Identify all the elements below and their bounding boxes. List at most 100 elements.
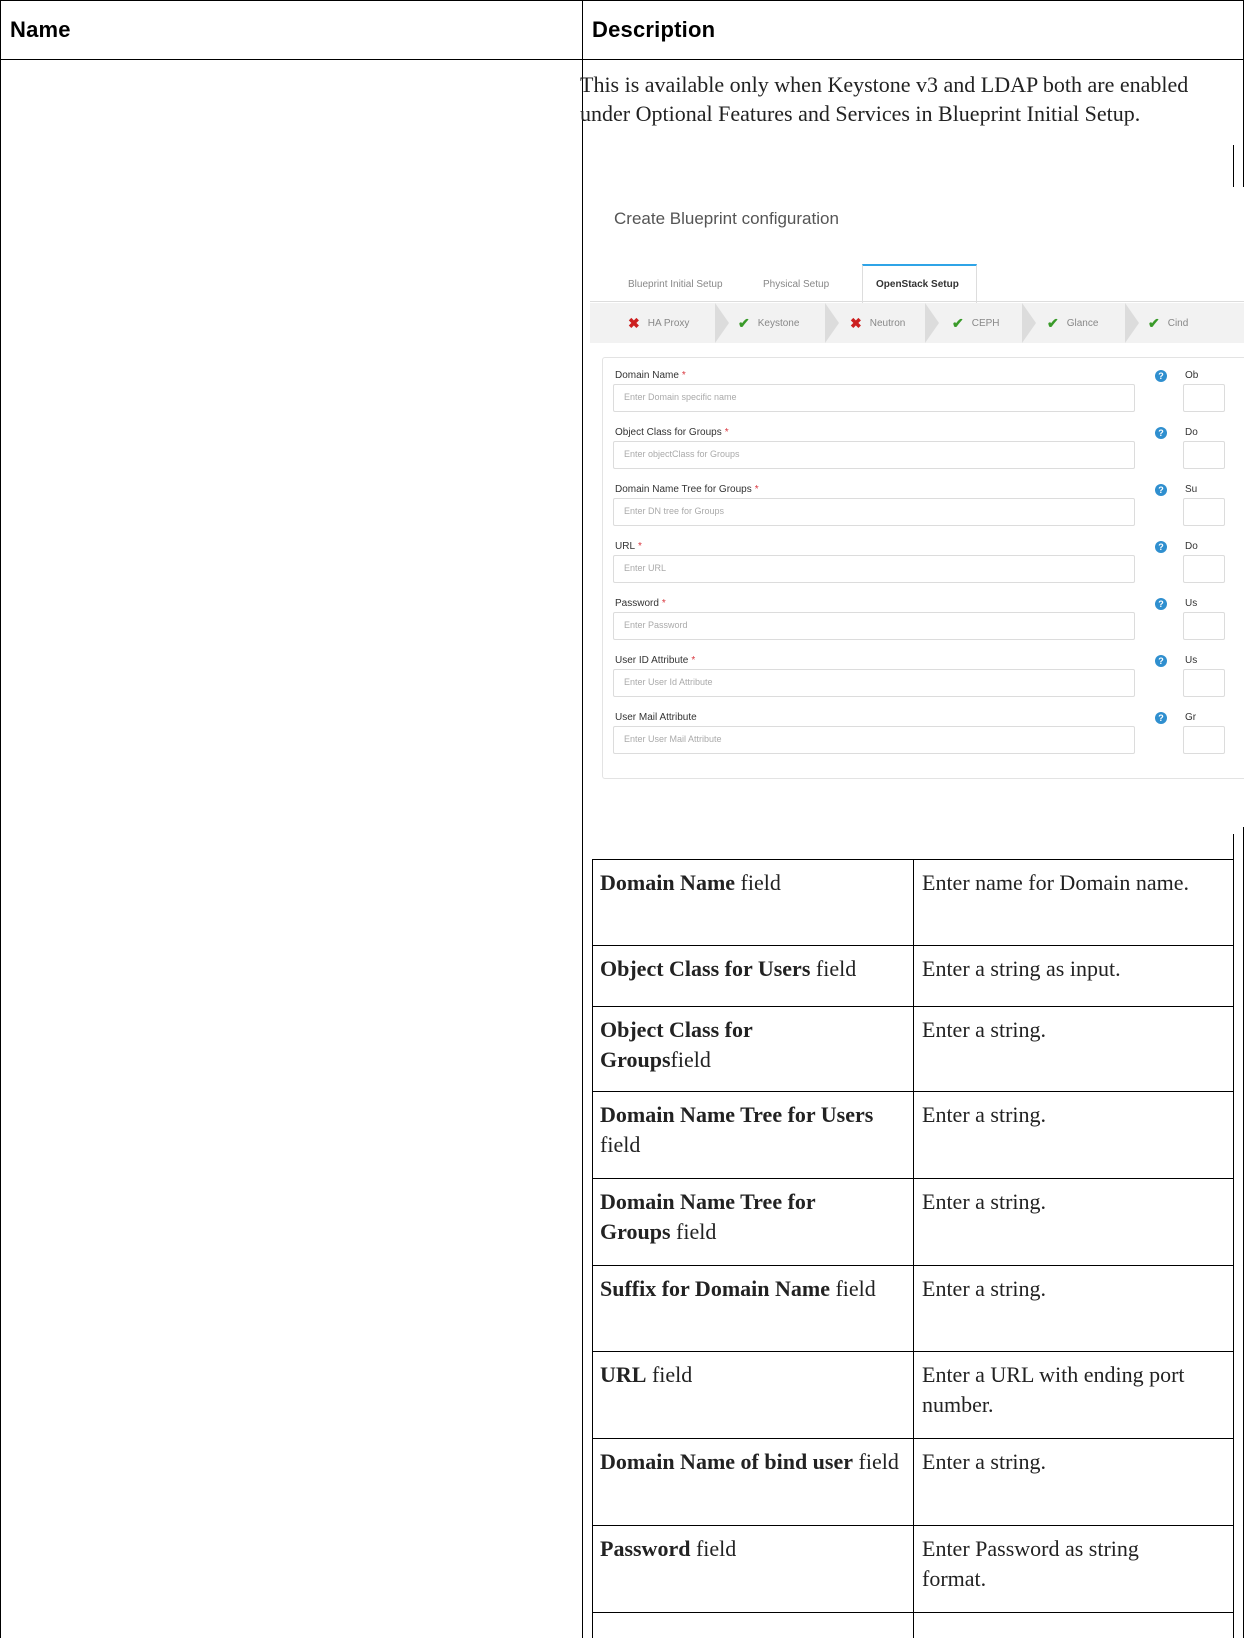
domain-name-input[interactable]: Enter Domain specific name bbox=[613, 384, 1135, 412]
tab-openstack-setup[interactable]: OpenStack Setup bbox=[876, 279, 959, 290]
user-mail-attribute-input[interactable]: Enter User Mail Attribute bbox=[613, 726, 1135, 754]
info-icon[interactable]: ? bbox=[1155, 655, 1167, 667]
step-separator bbox=[1125, 303, 1139, 343]
table-row-desc: Enter a string. bbox=[922, 1276, 1047, 1301]
right-field-input[interactable] bbox=[1183, 669, 1225, 697]
step-label: HA Proxy bbox=[647, 317, 690, 329]
name-column-header: Name bbox=[10, 17, 71, 42]
right-field-input[interactable] bbox=[1183, 384, 1225, 412]
description-text: This is available only when Keystone v3 … bbox=[580, 72, 1189, 126]
row-line bbox=[592, 1351, 1234, 1352]
table-row-name: Suffix for Domain Name field bbox=[600, 1276, 876, 1301]
inner-left-border bbox=[592, 859, 593, 1638]
table-row-name: Object Class for Groupsfield bbox=[600, 1017, 753, 1072]
table-row-desc: Enter a string. bbox=[922, 1017, 1047, 1042]
info-icon[interactable]: ? bbox=[1155, 598, 1167, 610]
info-icon[interactable]: ? bbox=[1155, 484, 1167, 496]
step-label: CEPH bbox=[971, 317, 1000, 329]
right-field-input[interactable] bbox=[1183, 555, 1225, 583]
right-field-label: Do bbox=[1185, 427, 1198, 438]
row-line bbox=[592, 1438, 1234, 1439]
table-row-desc: Enter a string as input. bbox=[922, 956, 1121, 981]
table-left-border bbox=[0, 0, 1, 1638]
blueprint-screenshot: Create Blueprint configuration Blueprint… bbox=[590, 187, 1244, 827]
table-row-name: Domain Name Tree for Users field bbox=[600, 1102, 874, 1157]
check-icon: ✔ bbox=[738, 314, 750, 331]
dn-tree-groups-input[interactable]: Enter DN tree for Groups bbox=[613, 498, 1135, 526]
table-row-desc: Enter a string. bbox=[922, 1102, 1047, 1127]
ldap-form: Domain Name * Enter Domain specific name … bbox=[602, 357, 1244, 779]
column-divider bbox=[582, 0, 583, 1638]
table-top-border bbox=[0, 0, 1244, 1]
table-row-name: Domain Name field bbox=[600, 870, 781, 895]
field-label-object-class-groups: Object Class for Groups * bbox=[615, 427, 729, 438]
info-icon[interactable]: ? bbox=[1155, 370, 1167, 382]
table-row-desc: Enter Password as string format. bbox=[922, 1536, 1139, 1591]
tab-blueprint-initial-setup[interactable]: Blueprint Initial Setup bbox=[628, 279, 723, 290]
tab-physical-setup[interactable]: Physical Setup bbox=[763, 279, 829, 290]
step-label: Neutron bbox=[869, 317, 906, 329]
object-class-groups-input[interactable]: Enter objectClass for Groups bbox=[613, 441, 1135, 469]
x-icon: ✖ bbox=[850, 314, 862, 331]
cell-divider-mid bbox=[1233, 834, 1234, 860]
step-cinder[interactable]: ✔ Cind bbox=[1148, 303, 1188, 343]
url-input[interactable]: Enter URL bbox=[613, 555, 1135, 583]
tabs-underline bbox=[590, 301, 1244, 302]
password-input[interactable]: Enter Password bbox=[613, 612, 1135, 640]
step-ha-proxy[interactable]: ✖ HA Proxy bbox=[628, 303, 689, 343]
table-row-desc: Enter a URL with ending port number. bbox=[922, 1362, 1185, 1417]
field-label-user-mail-attribute: User Mail Attribute bbox=[615, 712, 697, 723]
right-field-input[interactable] bbox=[1183, 498, 1225, 526]
table-row-name: Object Class for Users field bbox=[600, 956, 857, 981]
step-neutron[interactable]: ✖ Neutron bbox=[850, 303, 905, 343]
right-field-label: Do bbox=[1185, 541, 1198, 552]
table-row-desc: Enter a string. bbox=[922, 1189, 1047, 1214]
row-line bbox=[592, 1265, 1234, 1266]
inner-col-divider bbox=[913, 859, 914, 1638]
row-line bbox=[592, 859, 1234, 860]
step-wizard: ✖ HA Proxy ✔ Keystone ✖ Neutron ✔ CEPH ✔ Glan… bbox=[590, 303, 1244, 343]
table-row-name: Domain Name of bind user field bbox=[600, 1449, 899, 1474]
row-line bbox=[592, 1006, 1234, 1007]
tab-bar: Blueprint Initial Setup Physical Setup O… bbox=[590, 264, 1244, 304]
step-ceph[interactable]: ✔ CEPH bbox=[952, 303, 1000, 343]
inner-right-border bbox=[1233, 859, 1234, 1638]
right-field-label: Ob bbox=[1185, 370, 1199, 381]
info-icon[interactable]: ? bbox=[1155, 427, 1167, 439]
field-label-url: URL * bbox=[615, 541, 642, 552]
x-icon: ✖ bbox=[628, 314, 640, 331]
check-icon: ✔ bbox=[1148, 314, 1160, 331]
row-line bbox=[592, 1612, 1234, 1613]
right-field-input[interactable] bbox=[1183, 612, 1225, 640]
table-row-desc: Enter name for Domain name. bbox=[922, 870, 1189, 895]
step-label: Glance bbox=[1066, 317, 1099, 329]
info-icon[interactable]: ? bbox=[1155, 712, 1167, 724]
user-id-attribute-input[interactable]: Enter User Id Attribute bbox=[613, 669, 1135, 697]
field-label-password: Password * bbox=[615, 598, 666, 609]
cell-divider-top bbox=[1233, 145, 1234, 187]
table-row-name: Domain Name Tree for Groups field bbox=[600, 1189, 816, 1244]
check-icon: ✔ bbox=[1047, 314, 1059, 331]
step-separator bbox=[825, 303, 839, 343]
step-glance[interactable]: ✔ Glance bbox=[1047, 303, 1098, 343]
row-line bbox=[592, 1178, 1234, 1179]
step-label: Keystone bbox=[757, 317, 800, 329]
right-field-label: Us bbox=[1185, 598, 1198, 609]
right-field-input[interactable] bbox=[1183, 726, 1225, 754]
field-label-dn-tree-groups: Domain Name Tree for Groups * bbox=[615, 484, 759, 495]
table-row-name: URL field bbox=[600, 1362, 693, 1387]
info-icon[interactable]: ? bbox=[1155, 541, 1167, 553]
row-line bbox=[592, 945, 1234, 946]
step-separator bbox=[925, 303, 939, 343]
description-column-header: Description bbox=[592, 17, 716, 42]
step-keystone[interactable]: ✔ Keystone bbox=[738, 303, 799, 343]
header-bottom-border bbox=[0, 59, 1244, 60]
right-field-label: Us bbox=[1185, 655, 1198, 666]
right-field-label: Su bbox=[1185, 484, 1198, 495]
row-line bbox=[592, 1091, 1234, 1092]
right-field-input[interactable] bbox=[1183, 441, 1225, 469]
table-row-name: Password field bbox=[600, 1536, 737, 1561]
screenshot-title: Create Blueprint configuration bbox=[614, 209, 839, 228]
doc-table: Name Description This is available only … bbox=[0, 0, 1244, 1638]
step-separator bbox=[1022, 303, 1036, 343]
